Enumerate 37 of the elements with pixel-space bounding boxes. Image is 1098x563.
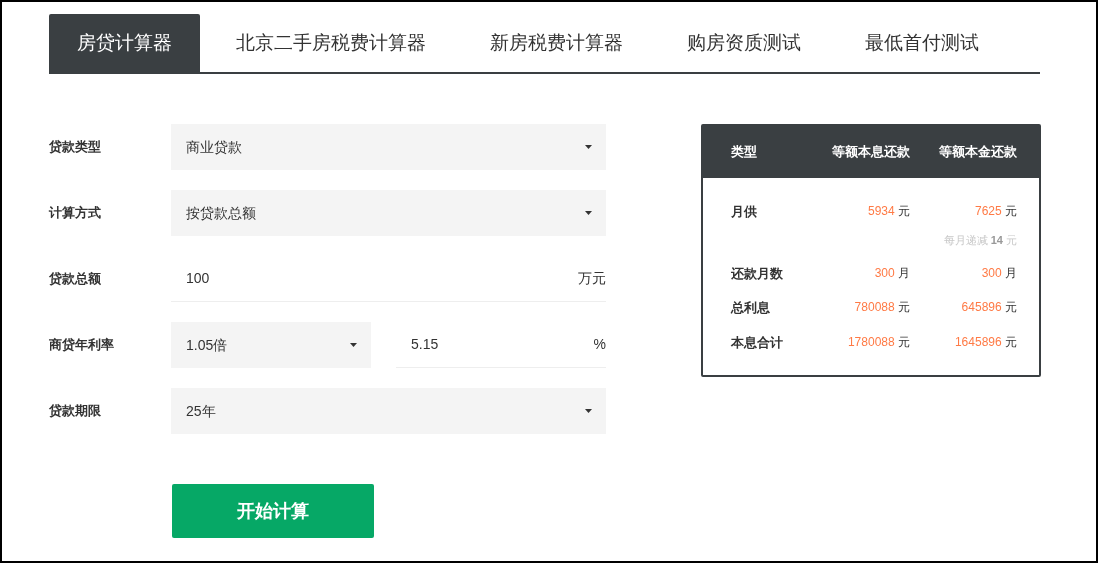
tab[interactable]: 购房资质测试 [659,14,829,72]
select-field[interactable]: 1.05倍 [171,322,371,368]
row-label: 还款月数 [730,264,784,283]
unit-label: % [593,335,606,354]
result-value: 780088 元 [854,299,910,316]
field-label: 贷款类型 [49,138,102,157]
select-field[interactable]: 25年 [171,388,606,434]
unit-label: 万元 [578,269,606,288]
tab[interactable]: 最低首付测试 [837,14,1007,72]
result-value: 300 月 [874,264,910,282]
caret-icon [585,145,592,149]
column-header: 等额本金还款 [938,143,1017,162]
select-field[interactable]: 按贷款总额 [171,190,606,236]
field-label: 商贷年利率 [49,336,115,355]
result-value: 300 月 [981,264,1017,282]
result-value: 5934 元 [867,203,910,220]
row-label: 月供 [730,203,758,221]
tab[interactable]: 房贷计算器 [49,14,200,72]
input-field[interactable]: 100 万元 [171,256,606,302]
caret-icon [350,343,357,347]
field-label: 计算方式 [49,204,102,223]
caret-icon [585,409,592,413]
result-value: 1645896 元 [954,333,1017,351]
row-label: 总利息 [729,299,771,317]
tab[interactable]: 北京二手房税费计算器 [208,14,454,72]
column-header: 类型 [730,143,758,162]
field-label: 贷款总额 [49,270,102,289]
column-header: 等额本息还款 [831,143,910,162]
result-value: 645896 元 [961,299,1017,316]
result-value: 7625 元 [974,203,1017,220]
input-field[interactable]: 5.15 % [396,322,606,368]
tab[interactable]: 新房税费计算器 [462,14,651,72]
select-field[interactable]: 商业贷款 [171,124,606,170]
caret-icon [585,211,592,215]
field-label: 贷款期限 [49,402,102,421]
row-label: 本息合计 [730,333,784,352]
result-value: 1780088 元 [847,333,910,351]
